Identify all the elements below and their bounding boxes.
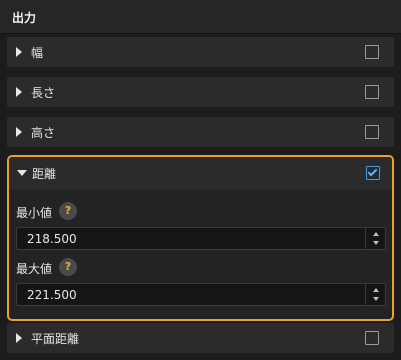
caret-right-icon[interactable]	[16, 47, 22, 57]
section-label-distance: 距離	[32, 167, 57, 181]
caret-down-icon[interactable]	[17, 170, 27, 176]
section-label-length: 長さ	[31, 86, 56, 100]
width-checkbox[interactable]	[365, 45, 379, 59]
panel-header: 出力	[0, 0, 401, 34]
help-icon[interactable]: ?	[59, 258, 77, 276]
distance-section-header[interactable]: 距離	[9, 157, 392, 189]
spin-up-icon[interactable]	[373, 232, 379, 236]
max-value-text[interactable]: 221.500	[27, 288, 77, 302]
section-label-height: 高さ	[31, 126, 56, 140]
section-row-plane-distance[interactable]: 平面距離	[7, 323, 394, 353]
height-checkbox[interactable]	[365, 125, 379, 139]
min-value-text[interactable]: 218.500	[27, 232, 77, 246]
distance-section: 距離 最小値 ? 218.500 最大値 ? 221.500	[7, 155, 394, 321]
length-checkbox[interactable]	[365, 85, 379, 99]
min-value-input[interactable]: 218.500	[16, 227, 386, 250]
max-value-label: 最大値	[16, 262, 53, 276]
section-label-width: 幅	[31, 46, 44, 60]
min-value-label: 最小値	[16, 206, 53, 220]
plane-distance-checkbox[interactable]	[365, 331, 379, 345]
section-row-width[interactable]: 幅	[7, 37, 394, 67]
spin-down-icon[interactable]	[373, 241, 379, 245]
panel-title: 出力	[12, 11, 37, 25]
min-value-stepper[interactable]	[365, 228, 385, 249]
caret-right-icon[interactable]	[16, 333, 22, 343]
checkmark-icon	[367, 166, 378, 177]
spin-down-icon[interactable]	[373, 297, 379, 301]
section-row-height[interactable]: 高さ	[7, 117, 394, 147]
section-label-plane-distance: 平面距離	[31, 332, 80, 346]
max-value-stepper[interactable]	[365, 284, 385, 305]
section-row-length[interactable]: 長さ	[7, 77, 394, 107]
output-panel: 出力 幅 長さ 高さ 距離 最小値 ? 218.500 最大値 ? 221.50…	[0, 0, 401, 360]
help-icon[interactable]: ?	[59, 202, 77, 220]
caret-right-icon[interactable]	[16, 87, 22, 97]
spin-up-icon[interactable]	[373, 288, 379, 292]
caret-right-icon[interactable]	[16, 127, 22, 137]
distance-checkbox[interactable]	[366, 166, 380, 180]
max-value-input[interactable]: 221.500	[16, 283, 386, 306]
